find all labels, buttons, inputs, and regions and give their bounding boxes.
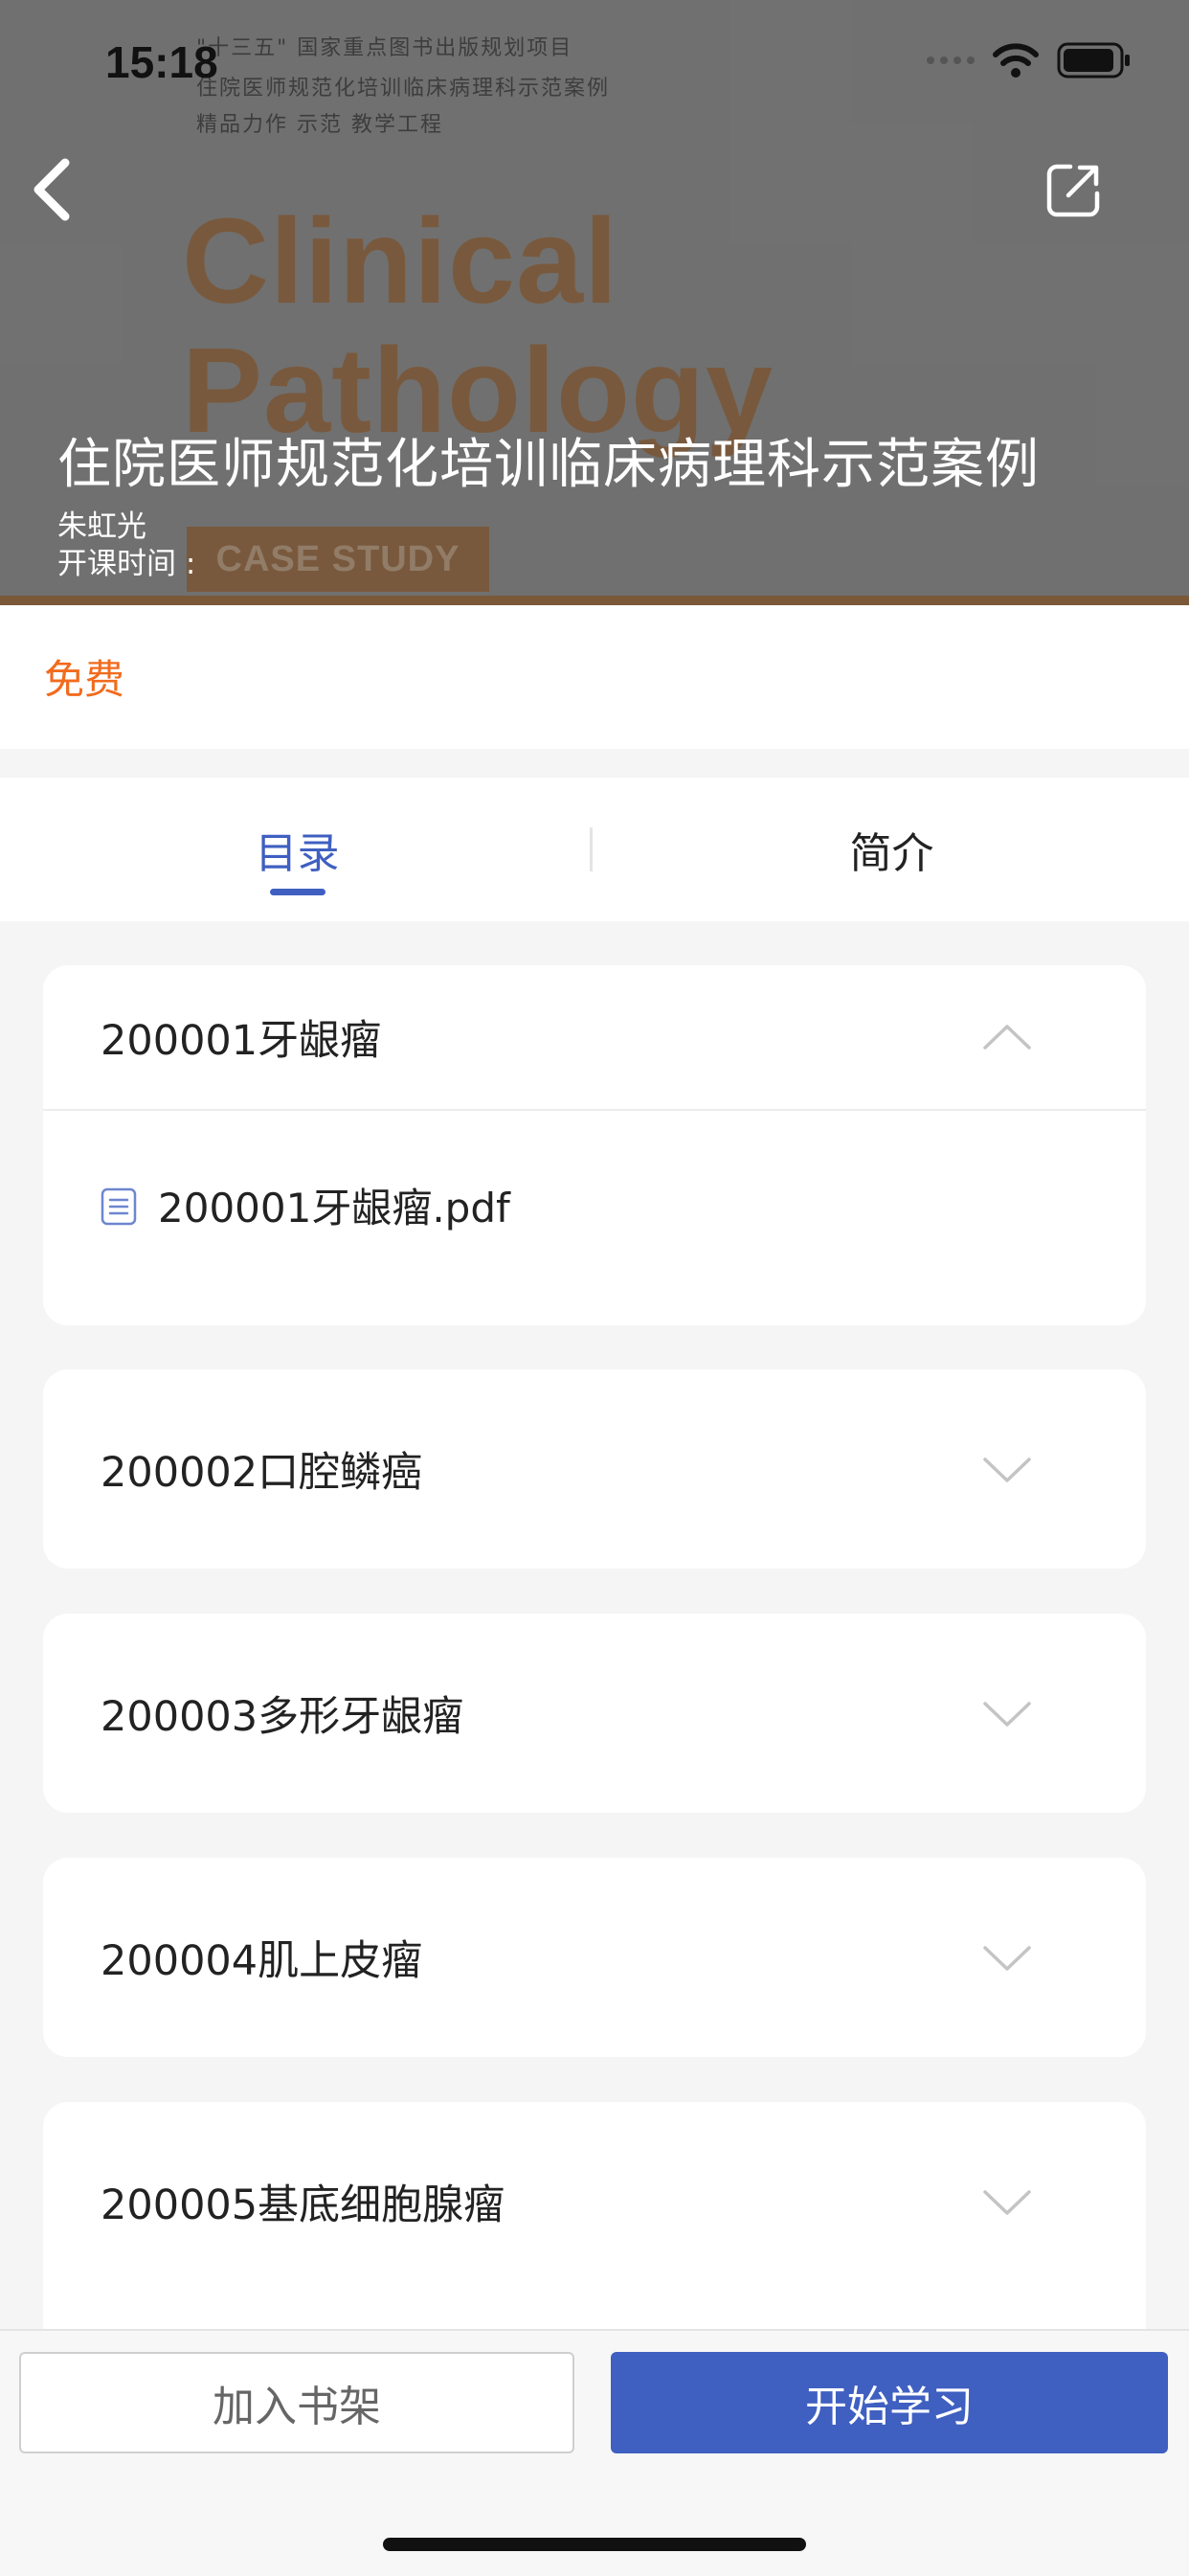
chapter-header[interactable]: 200003多形牙龈瘤	[43, 1614, 1146, 1813]
chapter-header[interactable]: 200005基底细胞腺瘤	[43, 2102, 1146, 2301]
chapter-header[interactable]: 200004肌上皮瘤	[43, 1858, 1146, 2057]
back-button[interactable]	[25, 153, 82, 230]
chevron-down-icon	[983, 2190, 1031, 2215]
price-section: 免费	[0, 605, 1189, 749]
chapter-card: 200005基底细胞腺瘤	[43, 2102, 1146, 2329]
add-to-shelf-button[interactable]: 加入书架	[19, 2352, 574, 2453]
file-name: 200001牙龈瘤.pdf	[158, 1185, 510, 1232]
file-item[interactable]: 200001牙龈瘤.pdf	[43, 1111, 1146, 1322]
cellular-signal-icon	[927, 56, 975, 64]
share-button[interactable]	[1043, 161, 1103, 220]
chapter-card: 200001牙龈瘤 200001牙龈瘤.pdf	[43, 965, 1146, 1325]
chevron-up-icon	[983, 1025, 1031, 1050]
share-icon	[1046, 164, 1100, 217]
cover-edge	[0, 596, 1189, 605]
chapter-title: 200003多形牙龈瘤	[101, 1693, 464, 1741]
tab-catalog[interactable]: 目录	[0, 778, 594, 921]
home-indicator[interactable]	[383, 2538, 806, 2551]
wifi-icon	[993, 43, 1039, 78]
course-title: 住院医师规范化培训临床病理科示范案例	[57, 434, 1040, 496]
chevron-down-icon	[983, 1702, 1031, 1727]
price-label: 免费	[44, 656, 125, 703]
chapter-card: 200004肌上皮瘤	[43, 1858, 1146, 2057]
course-start-time-label: 开课时间 :	[57, 547, 196, 581]
document-icon	[101, 1187, 137, 1226]
chapter-card: 200002口腔鳞癌	[43, 1369, 1146, 1569]
course-cover-header: "十三五" 国家重点图书出版规划项目 住院医师规范化培训临床病理科示范案例 精品…	[0, 0, 1189, 605]
battery-icon	[1057, 42, 1130, 79]
chapter-title: 200005基底细胞腺瘤	[101, 2181, 505, 2229]
bottom-action-bar: 加入书架 开始学习	[0, 2329, 1189, 2576]
chapter-title: 200004肌上皮瘤	[101, 1937, 423, 1985]
chapter-title: 200001牙龈瘤	[101, 1017, 382, 1065]
chevron-down-icon	[983, 1946, 1031, 1971]
chevron-left-icon	[34, 158, 70, 221]
tab-divider	[590, 827, 593, 871]
chapter-title: 200002口腔鳞癌	[101, 1449, 423, 1497]
chapter-header[interactable]: 200002口腔鳞癌	[43, 1369, 1146, 1569]
tab-bar: 目录 简介	[0, 778, 1189, 921]
tab-introduction[interactable]: 简介	[594, 778, 1189, 921]
chevron-down-icon	[983, 1457, 1031, 1482]
active-tab-indicator	[270, 889, 325, 895]
status-time: 15:18	[105, 37, 218, 87]
status-indicators	[927, 42, 1132, 79]
chapter-header[interactable]: 200001牙龈瘤	[43, 965, 1146, 1109]
cover-overlay	[0, 0, 1189, 605]
chapter-card: 200003多形牙龈瘤	[43, 1614, 1146, 1813]
start-learning-button[interactable]: 开始学习	[611, 2352, 1168, 2453]
